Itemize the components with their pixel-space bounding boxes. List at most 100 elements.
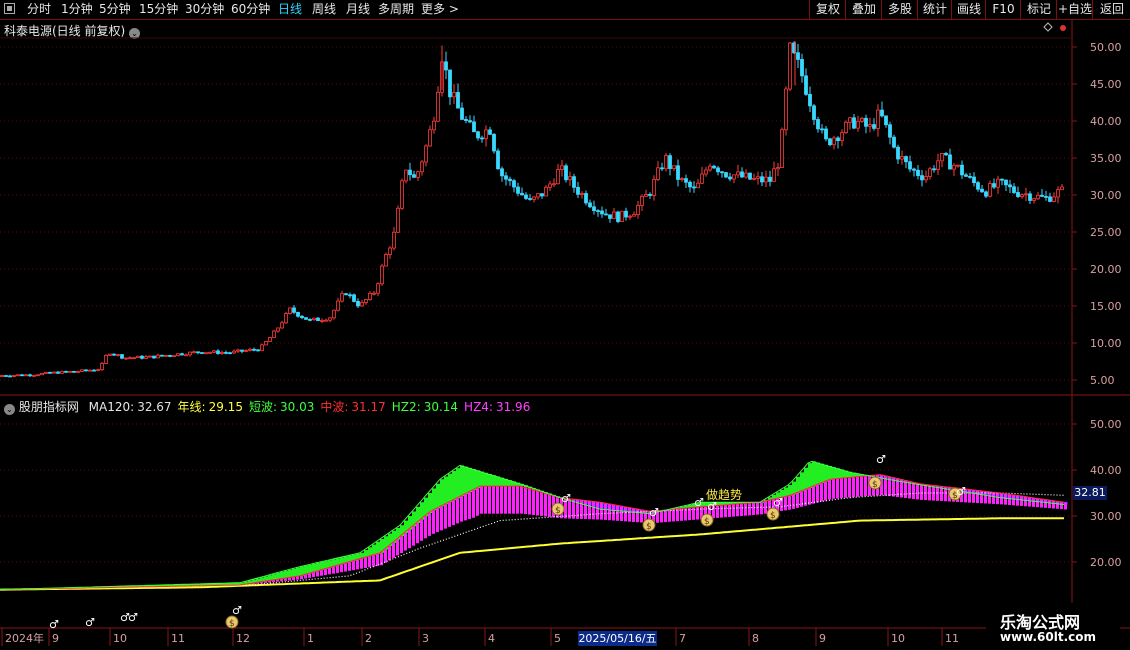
short-wave-bar	[296, 567, 300, 577]
hz4-band-bar	[476, 488, 479, 516]
candle-body	[812, 105, 816, 120]
candle-body	[976, 182, 980, 190]
hz4-band-bar	[912, 481, 915, 499]
candle-body	[996, 178, 1000, 188]
selected-date-box: 2025/05/16/五	[578, 631, 657, 646]
price-tick-label: 20.00	[1090, 263, 1122, 276]
candle-body	[524, 194, 528, 199]
indicator-tick-label: 30.00	[1090, 510, 1122, 523]
candle-body	[684, 178, 688, 183]
candle-body	[456, 92, 460, 109]
hz4-band-bar	[424, 516, 427, 539]
hz4-band-bar	[796, 492, 799, 508]
candle-body	[396, 207, 400, 233]
candle-body	[884, 115, 888, 126]
candle-body	[108, 353, 112, 356]
candle-body	[444, 61, 448, 71]
candle-body	[896, 146, 900, 160]
candle-body	[196, 351, 200, 354]
candle-body	[1024, 193, 1028, 196]
time-tick-label: 8	[752, 632, 759, 645]
hz4-band-bar	[416, 522, 419, 544]
hz4-band-bar	[608, 503, 611, 521]
candle-body	[832, 137, 836, 146]
hz4-band-bar	[432, 510, 435, 534]
candle-body	[856, 120, 860, 129]
hz4-band-bar	[480, 486, 483, 514]
candle-body	[796, 52, 800, 60]
candle-body	[508, 178, 512, 182]
hz4-band-bar	[364, 557, 367, 569]
short-wave-bar	[816, 462, 820, 485]
hz4-band-bar	[724, 504, 727, 518]
indicator-tick-label: 50.00	[1090, 418, 1122, 431]
candle-body	[512, 180, 516, 188]
male-signal-icon: ♂	[649, 506, 659, 519]
time-tick-label: 12	[236, 632, 250, 645]
short-wave-bar	[820, 463, 824, 484]
candle-body	[104, 354, 108, 364]
hz4-band-bar	[668, 509, 671, 522]
short-wave-bar	[444, 476, 448, 505]
candle-body	[288, 307, 292, 314]
hz4-band-bar	[440, 506, 443, 531]
candle-body	[1012, 186, 1016, 193]
candle-body	[920, 175, 924, 181]
candle-body	[460, 107, 464, 120]
hz4-band-bar	[736, 504, 739, 517]
candle-body	[180, 353, 184, 356]
money-bag-symbol: $	[872, 480, 878, 490]
hz4-band-bar	[372, 555, 375, 567]
candle-body	[932, 168, 936, 171]
candle-body	[552, 183, 556, 186]
candle-body	[424, 145, 428, 163]
candle-body	[908, 161, 912, 170]
candle-body	[236, 349, 240, 352]
candle-body	[528, 198, 532, 200]
candle-body	[176, 353, 180, 357]
candle-body	[816, 119, 820, 130]
candle-body	[360, 301, 364, 307]
hz4-band-bar	[756, 502, 759, 515]
hz4-band-bar	[676, 509, 679, 522]
candle-body	[864, 117, 868, 127]
candle-body	[808, 93, 812, 107]
short-wave-bar	[464, 466, 468, 495]
candle-body	[588, 202, 592, 208]
candle-body	[252, 348, 256, 351]
candle-body	[760, 176, 764, 183]
short-wave-bar	[280, 571, 284, 579]
hz4-band-bar	[916, 482, 919, 500]
candle-body	[296, 311, 300, 317]
hz4-band-bar	[824, 481, 827, 501]
hz4-band-bar	[296, 576, 299, 580]
candle-body	[1016, 192, 1020, 197]
candle-body	[788, 42, 792, 90]
candle-body	[732, 174, 736, 180]
candle-body	[280, 322, 284, 329]
candle-body	[784, 88, 788, 131]
hz4-band-bar	[636, 508, 639, 523]
time-tick-label: 9	[819, 632, 826, 645]
candle-body	[492, 133, 496, 152]
candle-body	[516, 186, 520, 194]
short-wave-bar	[456, 468, 460, 499]
candle-body	[312, 317, 316, 321]
candle-body	[912, 168, 916, 171]
chart-canvas[interactable]: 50.0045.0040.0035.0030.0025.0020.0015.00…	[0, 0, 1130, 650]
male-signal-icon: ♂	[694, 496, 704, 509]
candle-body	[556, 169, 560, 185]
hz4-band-bar	[588, 500, 591, 520]
candle-body	[304, 317, 308, 320]
hz4-band-bar	[664, 510, 667, 523]
candle-body	[880, 109, 884, 117]
candle-body	[532, 196, 536, 200]
candle-body	[800, 59, 804, 77]
candle-body	[968, 176, 972, 178]
candle-body	[8, 375, 12, 378]
hz4-band-bar	[728, 504, 731, 517]
candle-body	[876, 109, 880, 129]
candle-body	[140, 355, 144, 359]
hz4-band-bar	[436, 508, 439, 533]
hz4-band-bar	[1016, 495, 1019, 506]
